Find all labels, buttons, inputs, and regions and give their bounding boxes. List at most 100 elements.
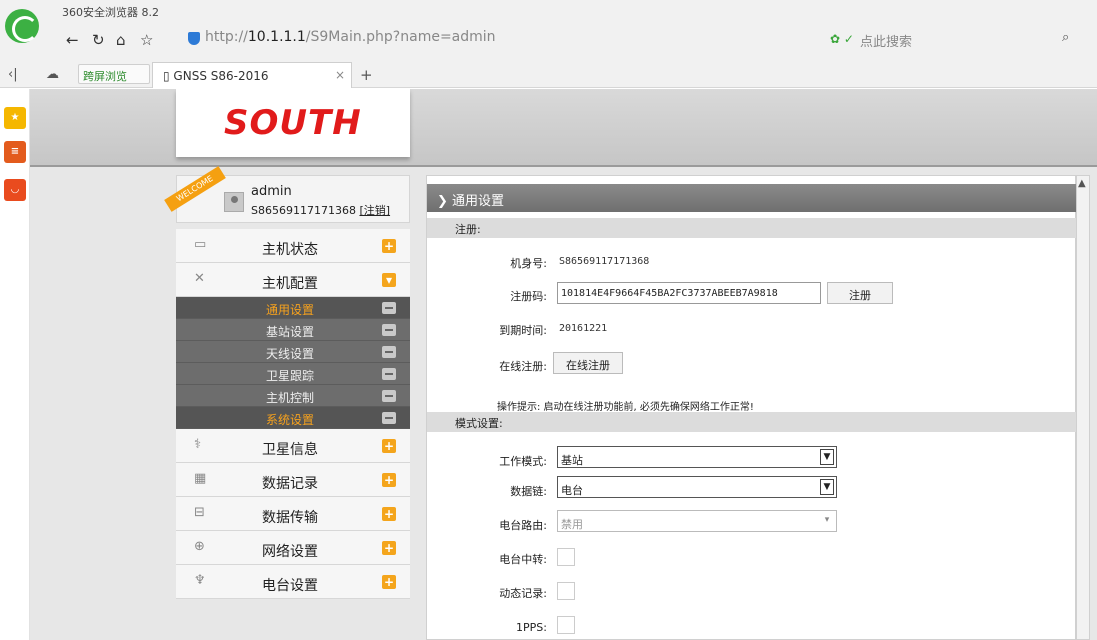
reg-code-label: 注册码: — [510, 290, 547, 303]
mode-band: 模式设置: — [427, 412, 1077, 432]
page: SOUTH WELCOME admin S86569117171368 [注销]… — [30, 89, 1097, 640]
user-panel: WELCOME admin S86569117171368 [注销] — [164, 166, 410, 223]
minus-icon — [382, 368, 396, 380]
site-header: SOUTH — [30, 89, 1097, 167]
security-shield-icon — [188, 32, 200, 45]
submenu-base-station[interactable]: 基站设置 — [176, 319, 410, 341]
machine-id-label: 机身号: — [510, 257, 547, 270]
avatar — [224, 192, 244, 212]
expand-plus-icon[interactable]: + — [382, 541, 396, 555]
network-transfer-icon: ⊟ — [194, 505, 205, 520]
sidebar-item-network[interactable]: ⊕ 网络设置 + — [176, 531, 410, 565]
browser-app-title: 360安全浏览器 8.2 — [62, 6, 159, 19]
expand-plus-icon[interactable]: + — [382, 575, 396, 589]
dynamic-record-checkbox[interactable] — [557, 582, 575, 600]
back-arrow-icon[interactable]: ← — [66, 31, 79, 49]
radio-route-select[interactable]: 禁用 ▾ — [557, 510, 837, 532]
radio-relay-label: 电台中转: — [499, 553, 547, 566]
search-box[interactable]: ✿ ✓ 点此搜索 ⌕ — [830, 28, 1080, 52]
sidebar-item-satellite-info[interactable]: ⚕ 卫星信息 + — [176, 429, 410, 463]
split-browse-button[interactable]: 跨屏浏览 — [78, 64, 150, 84]
star-icon[interactable]: ★ — [4, 107, 26, 129]
globe-icon: ⊕ — [194, 539, 205, 554]
antenna-icon: ♆ — [194, 573, 206, 588]
welcome-ribbon: WELCOME — [164, 166, 226, 212]
submenu-system-settings[interactable]: 系统设置 — [176, 407, 410, 429]
expiry-label: 到期时间: — [499, 324, 547, 337]
tab-label: GNSS S86-2016 — [173, 69, 269, 83]
dynamic-record-label: 动态记录: — [499, 587, 547, 600]
radio-relay-checkbox[interactable] — [557, 548, 575, 566]
scrollbar[interactable]: ▲ — [1076, 175, 1090, 640]
pps-label: 1PPS: — [516, 621, 547, 634]
radio-route-label: 电台路由: — [499, 519, 547, 532]
submenu-antenna[interactable]: 天线设置 — [176, 341, 410, 363]
sidebar-menu: ▭ 主机状态 + ✕ 主机配置 ▾ 通用设置 基站设置 天线设置 卫星跟踪 主机… — [176, 229, 410, 599]
tip-text: 操作提示: 启动在线注册功能前, 必须先确保网络工作正常! — [497, 402, 754, 413]
machine-id-value: S86569117171368 — [559, 256, 650, 267]
minus-icon — [382, 324, 396, 336]
tab-bar: ‹| ☁ 跨屏浏览 ▯ GNSS S86-2016 × + — [0, 62, 1097, 88]
monitor-icon: ▭ — [194, 237, 207, 252]
reload-icon[interactable]: ↻ — [92, 31, 105, 49]
expand-plus-icon[interactable]: + — [382, 439, 396, 453]
brand-text: SOUTH — [224, 103, 362, 143]
work-mode-label: 工作模式: — [499, 455, 547, 468]
submenu-host-control[interactable]: 主机控制 — [176, 385, 410, 407]
sidebar-item-host-config[interactable]: ✕ 主机配置 ▾ — [176, 263, 410, 297]
home-icon[interactable]: ⌂ — [116, 31, 126, 49]
online-register-button[interactable]: 在线注册 — [553, 352, 623, 374]
username: admin — [251, 184, 292, 199]
browser-left-rail: ★ ≡ ◡ — [0, 89, 30, 640]
satellite-icon: ⚕ — [194, 437, 202, 452]
submenu-general-settings[interactable]: 通用设置 — [176, 297, 410, 319]
browser-chrome: 360安全浏览器 8.2 ← ↻ ⌂ ☆ http://10.1.1.1/S9M… — [0, 0, 1097, 88]
collapse-chevron-icon[interactable]: ▾ — [382, 273, 396, 287]
section-title: ❯ 通用设置 — [427, 184, 1077, 212]
work-mode-select[interactable]: 基站 ▼ — [557, 446, 837, 468]
new-tab-icon[interactable]: + — [360, 66, 373, 84]
search-icon[interactable]: ⌕ — [1062, 30, 1069, 45]
submenu-satellite-tracking[interactable]: 卫星跟踪 — [176, 363, 410, 385]
datalink-label: 数据链: — [510, 485, 547, 498]
expand-plus-icon[interactable]: + — [382, 239, 396, 253]
logout-link[interactable]: [注销] — [359, 204, 390, 217]
chevron-right-icon: ❯ — [437, 194, 453, 209]
browser-logo-icon[interactable] — [5, 9, 39, 43]
page-icon: ▯ — [163, 69, 174, 83]
expand-plus-icon[interactable]: + — [382, 507, 396, 521]
minus-icon — [382, 302, 396, 314]
url-text[interactable]: http://10.1.1.1/S9Main.php?name=admin — [205, 29, 496, 45]
favorite-star-icon[interactable]: ☆ — [140, 31, 153, 49]
content-panel: ❯ 通用设置 注册: 机身号: S86569117171368 注册码: 101… — [426, 175, 1077, 640]
chevron-down-icon: ▼ — [820, 479, 834, 495]
minus-icon — [382, 346, 396, 358]
brand-logo: SOUTH — [176, 89, 410, 157]
close-icon[interactable]: × — [335, 68, 345, 82]
cloud-icon[interactable]: ☁ — [46, 67, 59, 82]
minus-icon — [382, 390, 396, 402]
online-reg-label: 在线注册: — [499, 360, 547, 373]
chevron-up-icon[interactable]: ▲ — [1078, 178, 1086, 189]
register-button[interactable]: 注册 — [827, 282, 893, 304]
register-band: 注册: — [427, 218, 1077, 238]
tools-icon: ✕ — [194, 271, 205, 286]
sidebar-toggle-icon[interactable]: ‹| — [8, 67, 18, 82]
pps-checkbox[interactable] — [557, 616, 575, 634]
reg-code-input[interactable]: 101814E4F9664F45BA2FC3737ABEEB7A9818 — [557, 282, 821, 304]
sidebar-item-radio[interactable]: ♆ 电台设置 + — [176, 565, 410, 599]
tab-active[interactable]: ▯ GNSS S86-2016 × — [152, 62, 352, 88]
expiry-value: 20161221 — [559, 323, 608, 334]
news-icon[interactable]: ≡ — [4, 141, 26, 163]
sidebar-item-data-record[interactable]: ▦ 数据记录 + — [176, 463, 410, 497]
discount-icon[interactable]: ◡ — [4, 179, 26, 201]
datalink-select[interactable]: 电台 ▼ — [557, 476, 837, 498]
chevron-down-icon: ▾ — [824, 515, 830, 525]
sidebar-item-host-status[interactable]: ▭ 主机状态 + — [176, 229, 410, 263]
expand-plus-icon[interactable]: + — [382, 473, 396, 487]
sidebar-item-data-transfer[interactable]: ⊟ 数据传输 + — [176, 497, 410, 531]
speed-mode-icon[interactable]: ✿ ✓ — [830, 32, 854, 46]
chevron-down-icon: ▼ — [820, 449, 834, 465]
search-placeholder[interactable]: 点此搜索 — [860, 31, 912, 50]
calendar-icon: ▦ — [194, 471, 207, 486]
